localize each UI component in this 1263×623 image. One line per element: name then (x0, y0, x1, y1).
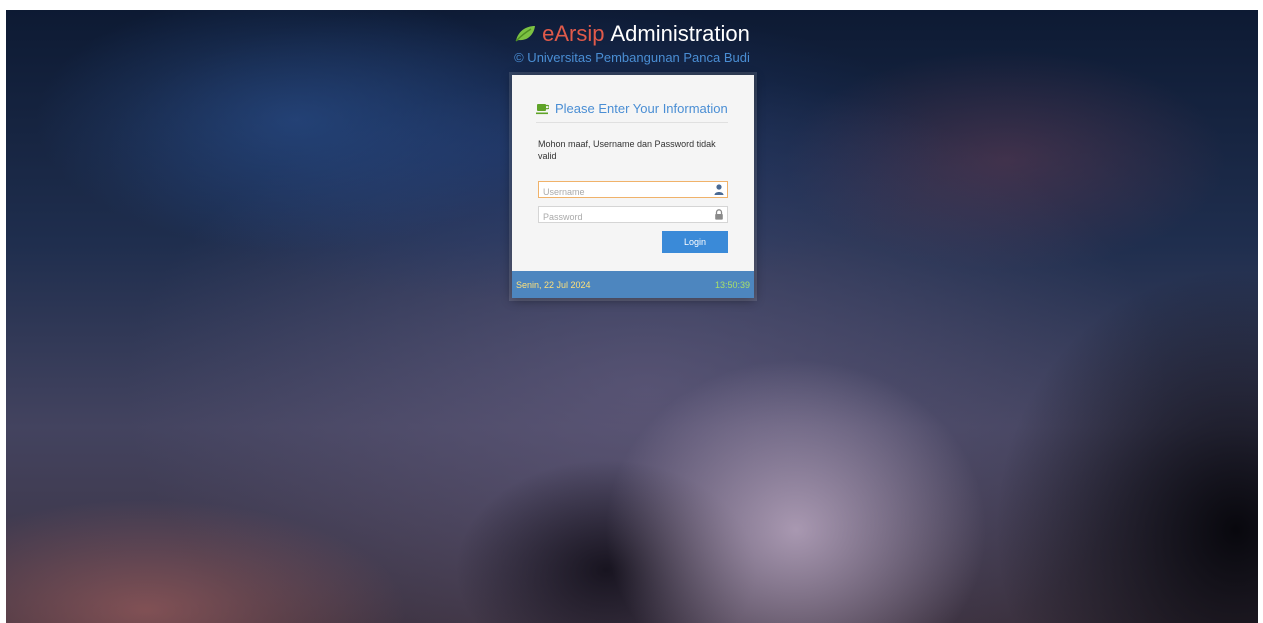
login-heading-text: Please Enter Your Information (555, 101, 728, 116)
app-title: eArsip Administration (514, 20, 750, 48)
lock-icon (715, 209, 723, 220)
login-heading: Please Enter Your Information (536, 101, 728, 123)
username-input[interactable] (539, 184, 707, 200)
username-field[interactable] (538, 181, 728, 200)
error-message: Mohon maaf, Username dan Password tidak … (538, 139, 716, 161)
user-icon (714, 184, 724, 195)
login-box: Please Enter Your Information Mohon maaf… (512, 75, 754, 298)
app-subtitle: © Universitas Pembangunan Panca Budi (514, 50, 750, 65)
current-date: Senin, 22 Jul 2024 (516, 279, 591, 290)
coffee-cup-icon (536, 103, 549, 114)
login-screen: eArsip Administration © Universitas Pemb… (6, 10, 1258, 623)
datetime-bar: Senin, 22 Jul 2024 13:50:39 (512, 271, 754, 298)
password-field[interactable] (538, 206, 728, 225)
brand-header: eArsip Administration © Universitas Pemb… (6, 20, 1258, 65)
password-input[interactable] (539, 209, 707, 225)
app-title-rest: Administration (610, 21, 750, 46)
leaf-icon (515, 26, 536, 42)
current-time: 13:50:39 (714, 279, 750, 290)
app-title-accent: eArsip (542, 21, 605, 46)
login-button[interactable]: Login (662, 231, 728, 253)
